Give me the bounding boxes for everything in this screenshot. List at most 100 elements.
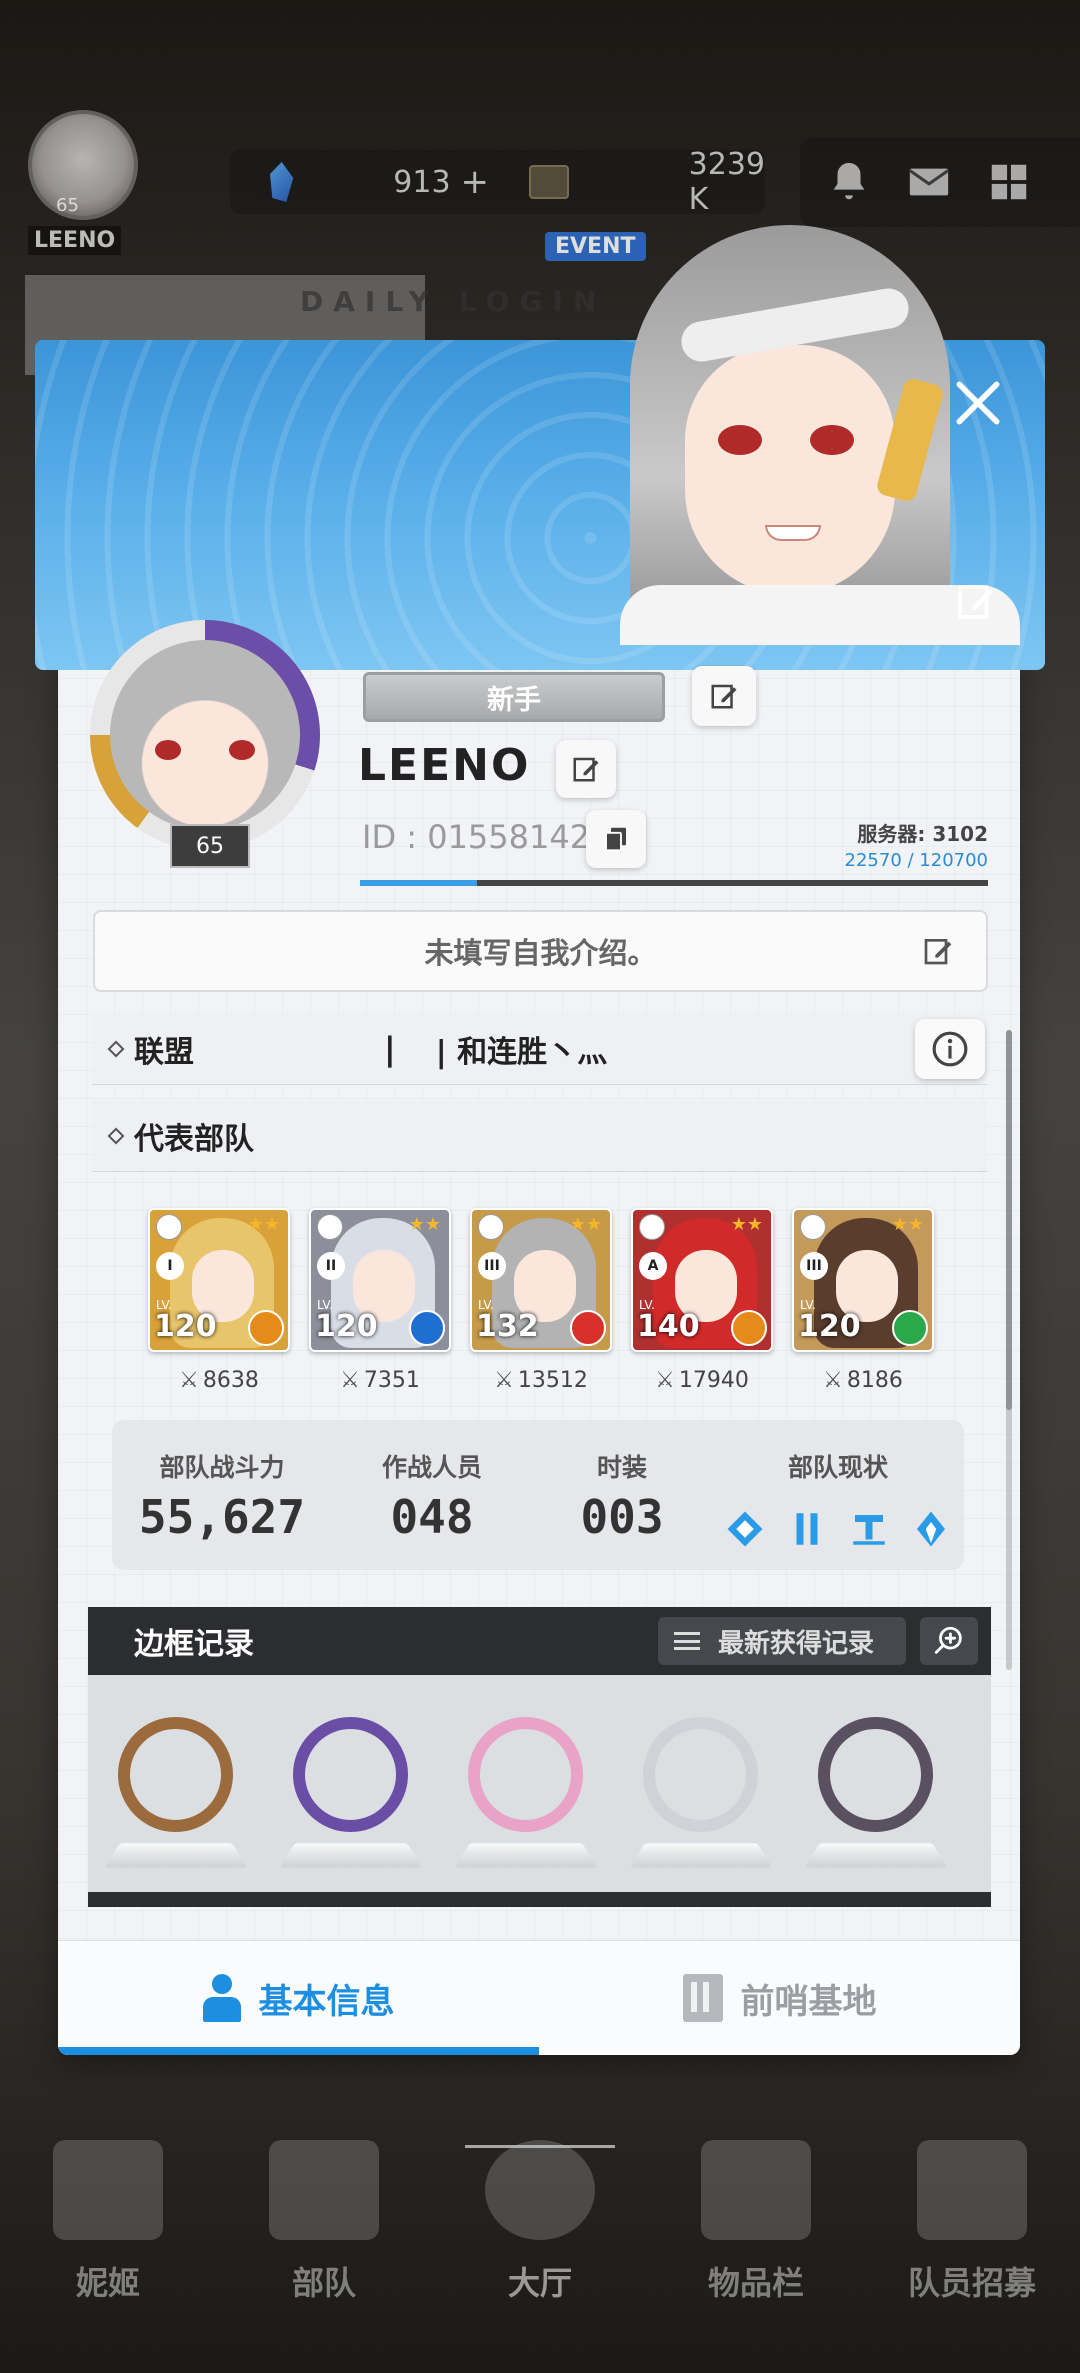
exp-value: 22570 / 120700 — [844, 850, 988, 871]
profile-tabs: 基本信息 前哨基地 — [58, 1940, 1020, 2055]
unit-power: ⚔ 7351 — [340, 1368, 420, 1393]
unit-power: ⚔ 8638 — [179, 1368, 259, 1393]
bell-icon[interactable] — [826, 159, 872, 205]
squad-unit[interactable]: ★★ I LV. 120 ⚔ 8638 — [148, 1208, 290, 1393]
avatar-frame-item[interactable] — [454, 1707, 598, 1877]
class-icon — [156, 1214, 182, 1240]
unit-level: 140 — [637, 1309, 700, 1344]
squad-unit[interactable]: ★★ A LV. 140 ⚔ 17940 — [631, 1208, 773, 1393]
nav-inventory[interactable]: 物品栏 — [671, 2140, 841, 2340]
element-icon — [731, 1310, 767, 1346]
edit-intro-icon[interactable] — [922, 935, 954, 967]
nav-recruit-label: 队员招募 — [907, 2264, 1036, 2302]
burst-badge: II — [317, 1252, 345, 1280]
copy-icon — [605, 827, 626, 852]
latest-record-label: 最新获得记录 — [718, 1628, 875, 1659]
stat-power-label: 部队战斗力 — [159, 1453, 285, 1482]
league-separator: | — [384, 1029, 396, 1068]
star-icon: ★★ — [891, 1214, 924, 1235]
nikke-icon — [53, 2140, 163, 2240]
avatar-frame-item[interactable] — [629, 1707, 773, 1877]
class-icon — [800, 1214, 826, 1240]
tab-basic-info[interactable]: 基本信息 — [58, 1941, 539, 2055]
frame-record-section: 边框记录 最新获得记录 — [88, 1607, 991, 1907]
stat-power-value: 55,627 — [138, 1490, 306, 1544]
unit-card[interactable]: ★★ I LV. 120 — [148, 1208, 290, 1352]
squad-list: ★★ I LV. 120 ⚔ 8638 ★★ II LV. 120 ⚔ 7351 ★… — [148, 1208, 934, 1393]
avatar-portrait — [110, 640, 300, 830]
league-row: 联盟 | | 和连胜丶灬 — [92, 1013, 987, 1085]
stat-status-label: 部队现状 — [787, 1453, 888, 1482]
squad-unit[interactable]: ★★ III LV. 132 ⚔ 13512 — [470, 1208, 612, 1393]
hud-avatar-level: 65 — [56, 195, 79, 216]
nav-lobby[interactable]: 大厅 — [455, 2140, 625, 2340]
hud-avatar-ring — [28, 110, 138, 220]
burst-badge: III — [478, 1252, 506, 1280]
tab-outpost[interactable]: 前哨基地 — [539, 1941, 1020, 2055]
bottom-nav: 妮姬 部队 大厅 物品栏 队员招募 — [0, 2140, 1080, 2340]
class-icon — [639, 1214, 665, 1240]
avatar-frame-item[interactable] — [104, 1707, 248, 1877]
mail-icon[interactable] — [906, 159, 952, 205]
person-icon — [202, 1974, 241, 2022]
zoom-in-icon — [934, 1626, 962, 1654]
squad-title: 代表部队 — [134, 1121, 254, 1157]
squad-row: 代表部队 — [92, 1100, 987, 1172]
nav-recruit[interactable]: 队员招募 — [887, 2140, 1057, 2340]
self-intro-box[interactable]: 未填写自我介绍。 — [93, 910, 988, 992]
element-icon — [409, 1310, 445, 1346]
recruit-icon — [917, 2140, 1027, 2240]
edit-icon — [573, 757, 599, 782]
unit-power-value: 8186 — [846, 1368, 903, 1393]
exp-bar — [360, 880, 988, 886]
credit-icon — [529, 165, 569, 199]
nav-nikke[interactable]: 妮姬 — [23, 2140, 193, 2340]
league-info-button[interactable] — [915, 1019, 985, 1079]
exp-bar-fill — [360, 880, 478, 886]
scroll-thumb[interactable] — [1006, 1030, 1012, 1410]
stat-members-value: 048 — [390, 1490, 474, 1544]
close-icon[interactable] — [950, 375, 1006, 431]
gem-count: 913 — [393, 164, 451, 200]
edit-banner-icon[interactable] — [955, 580, 997, 622]
unit-card[interactable]: ★★ III LV. 132 — [470, 1208, 612, 1352]
menu-grid-icon[interactable] — [986, 159, 1032, 205]
nav-squad[interactable]: 部队 — [239, 2140, 409, 2340]
unit-card[interactable]: ★★ II LV. 120 — [309, 1208, 451, 1352]
frame-record-header: 边框记录 最新获得记录 — [88, 1607, 991, 1675]
stat-power: 部队战斗力 55,627 — [112, 1420, 332, 1570]
copy-id-button[interactable] — [586, 810, 646, 868]
swords-icon: ⚔ — [823, 1368, 843, 1393]
unit-level: 120 — [154, 1309, 217, 1344]
swords-icon: ⚔ — [179, 1368, 199, 1393]
t-status-icon — [853, 1515, 885, 1545]
unit-card[interactable]: ★★ A LV. 140 — [631, 1208, 773, 1352]
squad-unit[interactable]: ★★ II LV. 120 ⚔ 7351 — [309, 1208, 451, 1393]
avatar-frame-item[interactable] — [279, 1707, 423, 1877]
league-name: | 和连胜丶灬 — [435, 1034, 608, 1070]
zoom-button[interactable] — [920, 1617, 978, 1665]
list-icon — [674, 1632, 700, 1650]
inventory-icon — [701, 2140, 811, 2240]
tab-outpost-label: 前哨基地 — [740, 1981, 877, 2022]
squad-icon — [269, 2140, 379, 2240]
add-gems-button[interactable]: + — [461, 162, 490, 202]
avatar-frame-item[interactable] — [804, 1707, 948, 1877]
hud-avatar[interactable]: 65 LEENO — [18, 110, 148, 260]
credit-count: 3239 K — [688, 147, 765, 217]
squad-stats: 部队战斗力 55,627 作战人员 048 时装 003 部队现状 — [112, 1420, 964, 1570]
element-icon — [570, 1310, 606, 1346]
frame-ring — [293, 1717, 408, 1832]
building-icon — [682, 1974, 723, 2022]
unit-card[interactable]: ★★ III LV. 120 — [792, 1208, 934, 1352]
edit-title-button[interactable] — [692, 666, 756, 726]
latest-record-button[interactable]: 最新获得记录 — [658, 1617, 906, 1665]
edit-name-button[interactable] — [556, 740, 616, 798]
burst-badge: III — [800, 1252, 828, 1280]
burst-badge: I — [156, 1252, 184, 1280]
panel-scrollbar[interactable] — [1006, 1030, 1012, 1670]
stat-status: 部队现状 — [712, 1420, 964, 1570]
squad-unit[interactable]: ★★ III LV. 120 ⚔ 8186 — [792, 1208, 934, 1393]
star-icon: ★★ — [408, 1214, 441, 1235]
nav-squad-label: 部队 — [291, 2264, 356, 2302]
